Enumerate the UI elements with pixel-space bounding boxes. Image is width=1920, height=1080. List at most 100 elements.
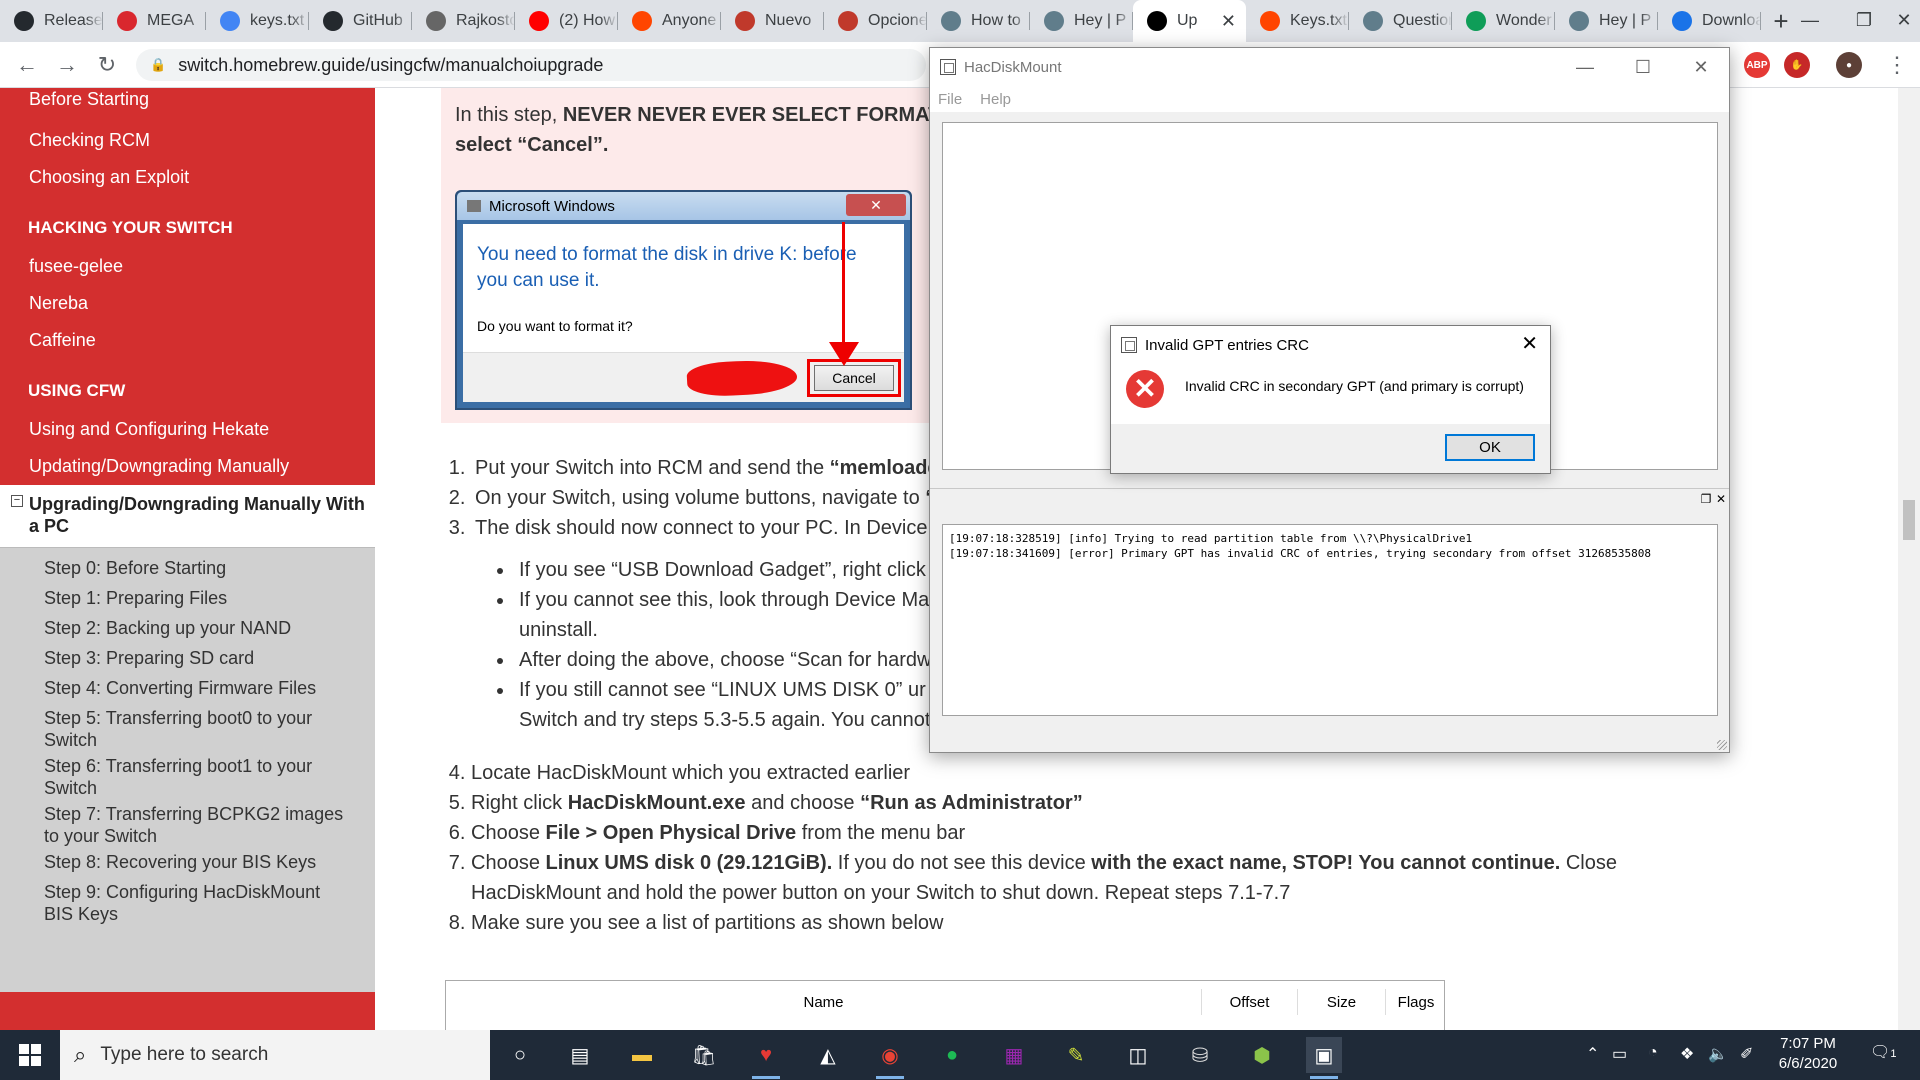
browser-tab[interactable]: MEGA <box>103 0 206 42</box>
resize-grip-icon[interactable] <box>1717 740 1727 750</box>
sidebar-step-item[interactable]: Step 4: Converting Firmware Files <box>0 677 375 707</box>
browser-tab[interactable]: Anyone <box>618 0 721 42</box>
browser-tab[interactable]: keys.txt <box>206 0 309 42</box>
browser-close-button[interactable]: ✕ <box>1874 0 1920 40</box>
minimize-button[interactable]: — <box>1556 48 1614 86</box>
browser-tab[interactable]: GitHub <box>309 0 412 42</box>
reddit-icon <box>632 11 652 31</box>
ok-button[interactable]: OK <box>1445 434 1535 461</box>
menu-help[interactable]: Help <box>980 91 1011 108</box>
wifi-icon[interactable]: ◔ <box>1648 1044 1658 1062</box>
log-line: [19:07:18:328519] [info] Trying to read … <box>949 532 1473 545</box>
sidebar-item-checking-rcm[interactable]: Checking RCM <box>0 122 375 159</box>
sidebar-step-item[interactable]: Step 9: Configuring HacDiskMount BIS Key… <box>0 881 375 929</box>
browser-tab[interactable]: Hey | P <box>1555 0 1658 42</box>
usb-drive-icon[interactable]: ⛁ <box>1182 1037 1218 1073</box>
sidebar-item-current-page[interactable]: − Upgrading/Downgrading Manually With a … <box>0 485 375 547</box>
task-view-icon[interactable]: ▤ <box>562 1037 598 1073</box>
sidebar-item-fusee-gelee[interactable]: fusee-gelee <box>0 248 375 285</box>
error-message: Invalid CRC in secondary GPT (and primar… <box>1185 378 1524 394</box>
sidebar-step-item[interactable]: Step 5: Transferring boot0 to your Switc… <box>0 707 375 755</box>
browser-tab[interactable]: Releases <box>0 0 103 42</box>
partition-table-screenshot: Name Offset Size Flags <box>445 980 1445 1030</box>
browser-tab[interactable]: Question <box>1349 0 1452 42</box>
sidebar-step-item[interactable]: Step 7: Transferring BCPKG2 images to yo… <box>0 803 375 851</box>
sidebar-step-item[interactable]: Step 3: Preparing SD card <box>0 647 375 677</box>
notepad-icon[interactable]: ✎ <box>1058 1037 1094 1073</box>
step-item: Make sure you see a list of partitions a… <box>471 908 1661 938</box>
sidebar-step-item[interactable]: Step 8: Recovering your BIS Keys <box>0 851 375 881</box>
sidebar-step-item[interactable]: Step 6: Transferring boot1 to your Switc… <box>0 755 375 803</box>
store-icon[interactable]: 🛍 <box>686 1037 722 1073</box>
ublock-extension-icon[interactable]: ✋ <box>1784 52 1810 78</box>
cortana-icon[interactable]: ○ <box>502 1037 538 1073</box>
page-scrollbar-thumb[interactable] <box>1903 500 1915 540</box>
cube-app-icon[interactable]: ⬢ <box>1244 1037 1280 1073</box>
profile-avatar-icon[interactable]: ● <box>1836 52 1862 78</box>
spotify-icon[interactable]: ● <box>934 1037 970 1073</box>
pane-splitter[interactable]: ❐ ✕ <box>930 488 1729 508</box>
file-explorer-icon[interactable]: ▬ <box>624 1037 660 1073</box>
sidebar-step-item[interactable]: Step 0: Before Starting <box>0 557 375 587</box>
sidebar-item-choosing-exploit[interactable]: Choosing an Exploit <box>0 159 375 196</box>
winrar-icon[interactable]: ▦ <box>996 1037 1032 1073</box>
browser-tab-label: How to <box>971 12 1021 29</box>
sidebar-item-before-starting[interactable]: Before Starting <box>0 90 375 122</box>
browser-tab[interactable]: How to <box>927 0 1030 42</box>
pen-icon[interactable]: ✐ <box>1740 1044 1753 1064</box>
taskbar-clock[interactable]: 7:07 PM 6/6/2020 <box>1760 1034 1856 1074</box>
browser-tab[interactable]: Up ✕ <box>1133 0 1246 42</box>
maximize-button[interactable]: ☐ <box>1614 48 1672 86</box>
browser-tab-label: MEGA <box>147 12 195 29</box>
browser-tab[interactable]: Keys.txt <box>1246 0 1349 42</box>
browser-tab[interactable]: Opciones <box>824 0 927 42</box>
close-button[interactable]: ✕ <box>1672 48 1730 86</box>
sidebar-item-nereba[interactable]: Nereba <box>0 285 375 322</box>
sidebar-item-caffeine[interactable]: Caffeine <box>0 322 375 359</box>
clock-time: 7:07 PM <box>1780 1035 1836 1052</box>
sidebar-step-item[interactable]: Step 2: Backing up your NAND <box>0 617 375 647</box>
search-icon: ⌕ <box>74 1042 87 1067</box>
start-button[interactable] <box>0 1030 60 1080</box>
page-scrollbar[interactable] <box>1898 88 1920 1030</box>
volume-icon[interactable]: 🔈 <box>1708 1044 1728 1064</box>
dropbox-icon[interactable]: ❖ <box>1680 1044 1694 1064</box>
browser-tab[interactable]: Hey | P <box>1030 0 1133 42</box>
adblock-extension-icon[interactable]: ABP <box>1744 52 1770 78</box>
hacdiskmount-taskbar-icon[interactable]: ▣ <box>1306 1037 1342 1079</box>
forward-arrow-icon[interactable]: → <box>52 50 82 80</box>
col-offset-header: Offset <box>1202 989 1298 1015</box>
browser-menu-icon[interactable]: ⋮ <box>1882 50 1912 80</box>
browser-tab[interactable]: Download <box>1658 0 1761 42</box>
switch-icon[interactable]: ◫ <box>1120 1037 1156 1073</box>
sidebar-step-item[interactable]: Step 1: Preparing Files <box>0 587 375 617</box>
browser-tab[interactable]: (2) How <box>515 0 618 42</box>
inkscape-icon[interactable]: ◭ <box>810 1037 846 1073</box>
back-arrow-icon[interactable]: ← <box>12 50 42 80</box>
browser-tab[interactable]: Nuevo <box>721 0 824 42</box>
restore-pane-icon[interactable]: ❐ <box>1699 492 1713 506</box>
chrome-icon[interactable]: ◉ <box>872 1037 908 1079</box>
browser-tab[interactable]: Wonder <box>1452 0 1555 42</box>
close-pane-icon[interactable]: ✕ <box>1714 492 1728 506</box>
tray-overflow-icon[interactable]: ⌃ <box>1586 1044 1599 1064</box>
battery-icon[interactable]: ▭ <box>1612 1044 1627 1064</box>
notifications-icon[interactable]: 🗨1 <box>1870 1042 1896 1062</box>
reload-icon[interactable]: ↻ <box>92 50 122 80</box>
collapse-toggle-icon[interactable]: − <box>11 495 23 507</box>
error-dialog-body: ✕ Invalid CRC in secondary GPT (and prim… <box>1111 364 1550 424</box>
address-bar[interactable]: 🔒 switch.homebrew.guide/usingcfw/manualc… <box>136 49 926 81</box>
taskbar-search[interactable]: ⌕ Type here to search <box>60 1030 490 1080</box>
sidebar-item-updating-manually[interactable]: Updating/Downgrading Manually <box>0 448 375 485</box>
tab-close-icon[interactable]: ✕ <box>1221 11 1236 32</box>
menu-file[interactable]: File <box>938 91 962 108</box>
browser-tab-label: Question <box>1393 12 1452 29</box>
sidebar-heading-using-cfw: USING CFW <box>28 381 126 400</box>
col-size-header: Size <box>1298 989 1386 1015</box>
error-dialog-close-icon[interactable]: ✕ <box>1521 334 1538 354</box>
app-heart-icon[interactable]: ♥ <box>748 1037 784 1079</box>
browser-tab[interactable]: Rajkosto <box>412 0 515 42</box>
sidebar-item-hekate[interactable]: Using and Configuring Hekate <box>0 411 375 448</box>
browser-minimize-button[interactable]: — <box>1780 0 1840 40</box>
log-output[interactable]: [19:07:18:328519] [info] Trying to read … <box>942 524 1718 716</box>
